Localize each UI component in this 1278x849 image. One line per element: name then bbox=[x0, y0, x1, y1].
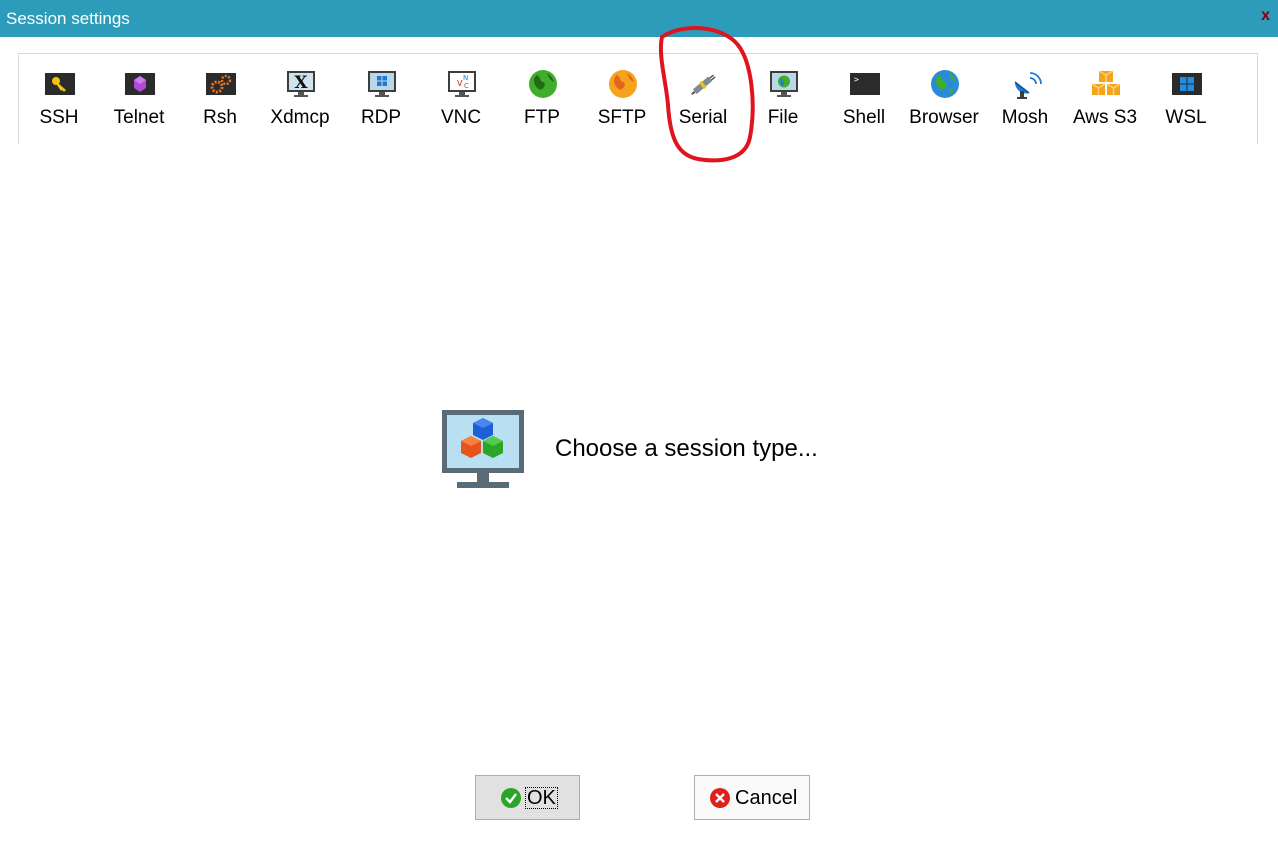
session-type-label: Rsh bbox=[203, 107, 237, 128]
sftp-globe-icon bbox=[609, 70, 637, 98]
wsl-windows-icon bbox=[1172, 73, 1202, 95]
session-type-label: Mosh bbox=[1001, 107, 1049, 128]
ftp-globe-icon bbox=[529, 70, 557, 98]
svg-text:C: C bbox=[464, 82, 469, 90]
file-monitor-icon bbox=[770, 71, 798, 97]
svg-text:>: > bbox=[854, 75, 859, 84]
session-type-label: WSL bbox=[1165, 107, 1207, 128]
cancel-x-icon bbox=[710, 788, 730, 808]
session-type-label: Shell bbox=[842, 107, 886, 128]
session-monitor-cubes-icon bbox=[442, 410, 524, 488]
session-type-serial[interactable]: Serial bbox=[665, 64, 741, 134]
session-type-rsh[interactable]: Rsh bbox=[182, 64, 258, 134]
aws-s3-boxes-icon bbox=[1091, 70, 1121, 95]
session-type-ftp[interactable]: FTP bbox=[504, 64, 580, 134]
session-type-aws-s3[interactable]: Aws S3 bbox=[1067, 64, 1143, 134]
session-type-label: SSH bbox=[39, 107, 79, 128]
session-type-label: Browser bbox=[909, 107, 979, 128]
session-type-label: SFTP bbox=[597, 107, 647, 128]
cancel-button[interactable]: Cancel bbox=[694, 775, 810, 820]
session-type-label: File bbox=[767, 107, 799, 128]
cancel-label: Cancel bbox=[735, 787, 798, 809]
shell-terminal-icon: > bbox=[850, 73, 880, 95]
session-type-label: RDP bbox=[360, 107, 402, 128]
close-button[interactable]: x bbox=[1261, 7, 1270, 25]
session-type-toolbar: SSH Telnet Rsh X Xdmcp RDP V N C VNC FTP… bbox=[18, 53, 1258, 144]
session-type-xdmcp[interactable]: X Xdmcp bbox=[262, 64, 338, 134]
session-type-wsl[interactable]: WSL bbox=[1148, 64, 1224, 134]
serial-plug-icon bbox=[691, 74, 716, 96]
window-title: Session settings bbox=[6, 9, 130, 28]
session-type-ssh[interactable]: SSH bbox=[21, 64, 97, 134]
session-type-label: Xdmcp bbox=[270, 107, 330, 128]
mosh-satellite-icon bbox=[1014, 72, 1042, 99]
svg-text:X: X bbox=[294, 73, 308, 93]
title-bar: Session settings x bbox=[0, 0, 1278, 37]
session-type-label: Telnet bbox=[113, 107, 165, 128]
session-type-rdp[interactable]: RDP bbox=[343, 64, 419, 134]
checkmark-icon bbox=[501, 788, 521, 808]
rsh-gears-icon bbox=[206, 73, 236, 95]
session-type-file[interactable]: File bbox=[745, 64, 821, 134]
xdmcp-x-icon: X bbox=[287, 71, 315, 97]
session-type-label: VNC bbox=[440, 107, 482, 128]
session-type-label: Serial bbox=[678, 107, 728, 128]
rdp-windows-monitor-icon bbox=[368, 71, 396, 97]
telnet-icon bbox=[125, 73, 155, 95]
session-type-telnet[interactable]: Telnet bbox=[101, 64, 177, 134]
session-type-label: FTP bbox=[524, 107, 560, 128]
session-type-sftp[interactable]: SFTP bbox=[584, 64, 660, 134]
session-type-mosh[interactable]: Mosh bbox=[987, 64, 1063, 134]
browser-globe-icon bbox=[931, 70, 959, 98]
ok-button[interactable]: OK bbox=[475, 775, 580, 820]
session-type-shell[interactable]: > Shell bbox=[826, 64, 902, 134]
session-type-vnc[interactable]: V N C VNC bbox=[423, 64, 499, 134]
session-type-browser[interactable]: Browser bbox=[906, 64, 982, 134]
key-icon bbox=[45, 73, 75, 95]
session-type-label: Aws S3 bbox=[1072, 107, 1138, 128]
vnc-monitor-icon: V N C bbox=[448, 71, 476, 97]
svg-text:N: N bbox=[463, 74, 468, 82]
ok-label: OK bbox=[525, 787, 558, 809]
choose-session-prompt: Choose a session type... bbox=[555, 435, 818, 462]
